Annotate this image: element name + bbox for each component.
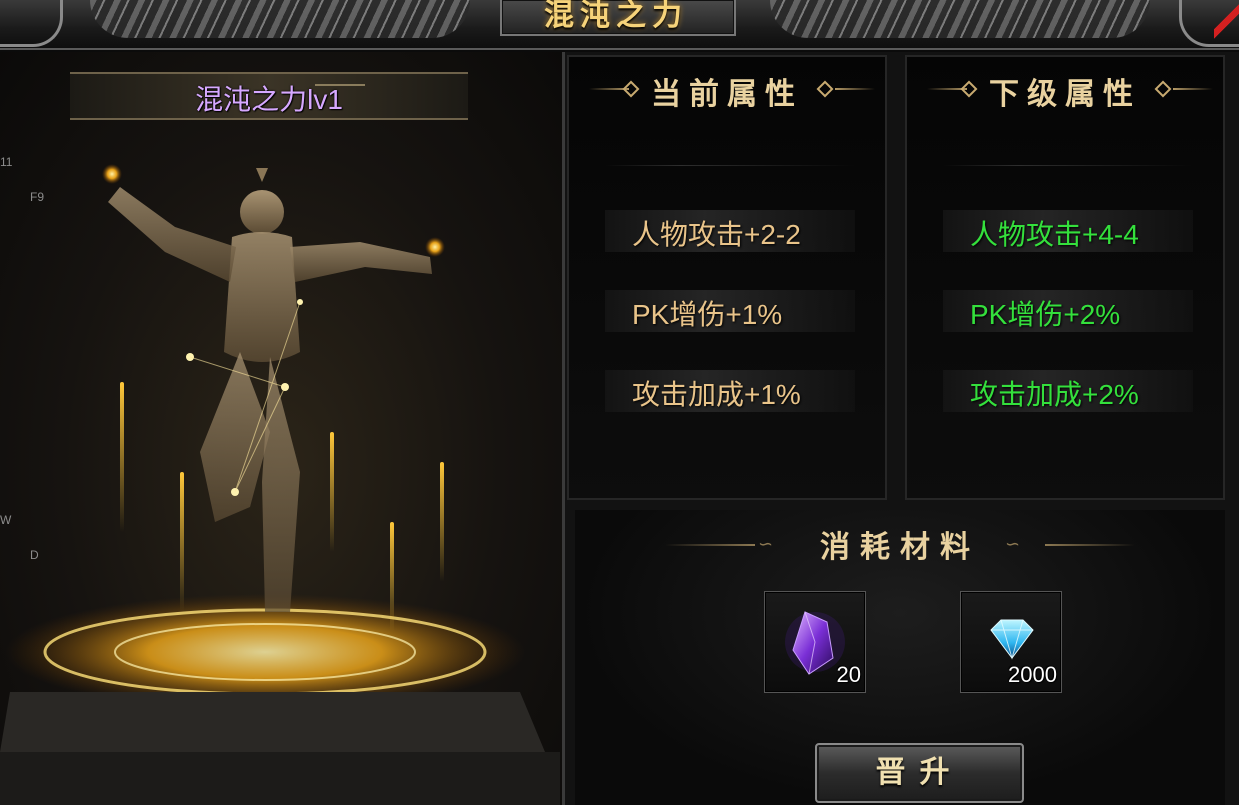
- next-attribute-attack-bonus: 攻击加成+2%: [970, 379, 1139, 410]
- next-attribute-pk-damage: PK增伤+2%: [970, 299, 1121, 330]
- flame-streak: [180, 472, 184, 612]
- flame-streak: [330, 432, 334, 552]
- next-attributes-panel: 下级属性 人物攻击+4-4 PK增伤+2% 攻击加成+2%: [905, 55, 1225, 500]
- window-title: 混沌之力: [544, 0, 688, 33]
- current-attributes-title: 当前属性: [651, 77, 803, 112]
- side-label: F9: [30, 190, 45, 204]
- dragon-ornament-left: [90, 0, 470, 38]
- flame-streak: [440, 462, 444, 582]
- current-attribute-pk-damage: PK增伤+1%: [632, 299, 783, 330]
- side-label: 11: [0, 155, 13, 169]
- banner-corner-ornament-left: [0, 0, 63, 47]
- next-attributes-title: 下级属性: [989, 77, 1141, 112]
- current-attributes-panel: 当前属性 人物攻击+2-2 PK增伤+1% 攻击加成+1%: [567, 55, 887, 500]
- close-icon[interactable]: [1214, 0, 1239, 40]
- side-label: D: [30, 548, 39, 562]
- material-slot-crystal[interactable]: 20: [764, 591, 866, 693]
- material-count: 2000: [1008, 662, 1057, 687]
- current-attribute-attack-bonus: 攻击加成+1%: [632, 379, 801, 410]
- row-separator: [943, 165, 1193, 166]
- title-rule: [1045, 544, 1135, 546]
- current-attribute-attack: 人物攻击+2-2: [632, 219, 801, 250]
- material-slot-diamond[interactable]: 2000: [960, 591, 1062, 693]
- character-name-level: 混沌之力lv1: [195, 84, 343, 115]
- upgrade-button[interactable]: 晋升: [815, 743, 1024, 803]
- next-attribute-attack: 人物攻击+4-4: [970, 219, 1139, 250]
- flame-streak: [390, 522, 394, 632]
- row-separator: [605, 165, 855, 166]
- side-label: W: [0, 513, 12, 527]
- flame-streak: [120, 382, 124, 532]
- scroll-ornament-icon: ∽: [1005, 534, 1021, 555]
- character-figure: [0, 164, 560, 805]
- material-count: 20: [836, 662, 861, 687]
- character-panel: [0, 52, 562, 805]
- dragon-ornament-right: [770, 0, 1150, 38]
